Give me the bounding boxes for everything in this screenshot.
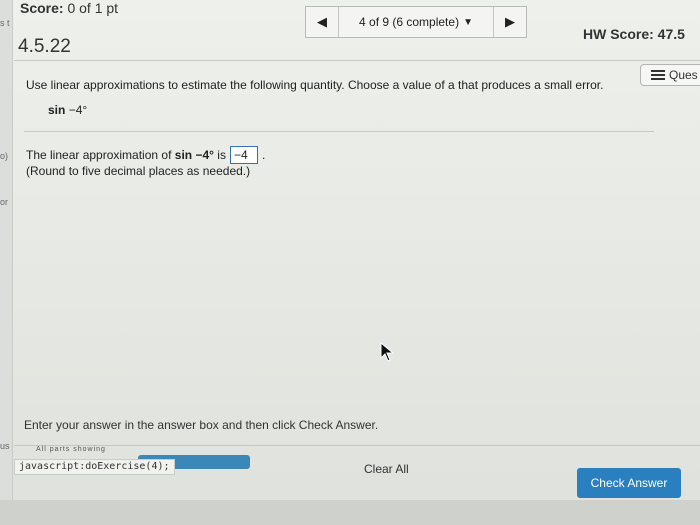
answer-is: is bbox=[217, 148, 226, 162]
check-answer-button[interactable]: Check Answer bbox=[577, 468, 681, 498]
arrow-right-icon: ▶ bbox=[505, 14, 515, 29]
gutter-text: or bbox=[0, 197, 9, 207]
answer-prefix: The linear approximation of bbox=[26, 148, 172, 162]
question-instructions: Use linear approximations to estimate th… bbox=[26, 78, 604, 92]
previous-question-button[interactable]: ◀ bbox=[306, 7, 339, 37]
status-bar-url: javascript:doExercise(4); bbox=[14, 459, 175, 475]
list-icon bbox=[651, 70, 665, 80]
footer-divider bbox=[14, 445, 700, 446]
gutter-text: us bbox=[0, 441, 10, 451]
next-question-button[interactable]: ▶ bbox=[493, 7, 526, 37]
score-display: Score: 0 of 1 pt bbox=[20, 0, 118, 16]
left-gutter: s t o) or us bbox=[0, 0, 13, 525]
score-value: 0 of 1 pt bbox=[67, 0, 119, 16]
screen: s t o) or us Score: 0 of 1 pt ◀ 4 of 9 (… bbox=[0, 0, 700, 525]
question-help-label: Ques bbox=[669, 68, 698, 82]
answer-func: sin bbox=[174, 148, 193, 162]
problem-id: 4.5.22 bbox=[18, 36, 71, 57]
header-divider bbox=[14, 60, 700, 61]
quantity-func: sin bbox=[48, 103, 66, 117]
score-label: Score: bbox=[20, 0, 64, 16]
answer-suffix: . bbox=[261, 148, 266, 162]
footer-instruction: Enter your answer in the answer box and … bbox=[24, 418, 379, 432]
gutter-text: o) bbox=[0, 151, 9, 161]
all-parts-showing: All parts showing bbox=[36, 446, 106, 453]
question-selector-dropdown[interactable]: 4 of 9 (6 complete) ▼ bbox=[339, 15, 493, 29]
answer-arg: −4° bbox=[195, 148, 214, 162]
caret-down-icon: ▼ bbox=[463, 16, 473, 28]
hw-score: HW Score: 47.5 bbox=[583, 26, 685, 42]
quantity-arg: −4° bbox=[68, 103, 88, 117]
mouse-cursor-icon bbox=[380, 342, 394, 362]
rounding-note: (Round to five decimal places as needed.… bbox=[26, 164, 251, 178]
bottom-bezel bbox=[0, 500, 700, 525]
clear-all-button[interactable]: Clear All bbox=[364, 462, 409, 476]
answer-input[interactable]: −4 bbox=[229, 146, 258, 164]
question-progress: 4 of 9 (6 complete) bbox=[359, 15, 460, 29]
quantity-expression: sin −4° bbox=[48, 103, 87, 117]
gutter-text: s t bbox=[0, 18, 10, 28]
answer-line: The linear approximation of sin −4° is −… bbox=[26, 146, 265, 164]
arrow-left-icon: ◀ bbox=[317, 14, 327, 29]
question-divider bbox=[24, 131, 654, 132]
question-navigator: ◀ 4 of 9 (6 complete) ▼ ▶ bbox=[305, 6, 527, 38]
question-help-button[interactable]: Ques bbox=[640, 64, 700, 86]
